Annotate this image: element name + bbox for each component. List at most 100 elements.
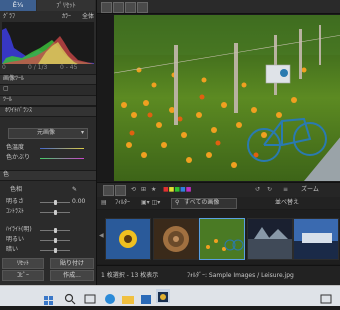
thumbnail-strip: ◀ [97,210,340,264]
mini-icon[interactable]: ▢ [3,85,9,93]
zoom-label: ズーム [301,186,319,193]
thumbnail-selected[interactable] [199,218,245,260]
task-view-icon[interactable] [84,290,96,304]
taskbar [0,285,340,306]
slider-contrast: ｺﾝﾄﾗｽﾄ [0,208,96,217]
filter-dropdown[interactable]: ⚲ すべての画像 [171,198,237,209]
preview-gutter [97,15,113,181]
all-label[interactable]: 全体 [82,13,94,21]
filter-label: ﾌｨﾙﾀｰ [115,199,131,206]
store-icon[interactable] [140,290,152,304]
thumbnail[interactable] [105,218,151,260]
layout-single-icon[interactable] [101,2,112,13]
filter-icons[interactable]: ▣▾ ◫▾ [141,199,160,207]
paste-button[interactable]: 貼り付け [50,258,94,269]
image-preview[interactable] [114,15,340,181]
compare-icon[interactable] [137,2,148,13]
wb-dropdown-value: 元画像 [37,129,56,136]
reset-button[interactable]: ﾘｾｯﾄ [2,258,44,269]
preview-photo [114,15,340,181]
rotate-icon[interactable]: ⟲ [131,186,136,194]
thumbnail[interactable] [153,218,199,260]
eyedropper-icon[interactable]: ✎ [72,186,77,194]
contrast-knob[interactable] [54,210,57,215]
histogram [2,22,94,64]
histogram-x-1: 0 / 1/3 [28,64,48,71]
view-grid-icon[interactable] [103,185,114,196]
start-icon[interactable] [44,291,54,305]
more-icon[interactable]: ≡ [283,186,288,194]
slider-dark-label: 暗い [6,246,19,253]
browser-toolbar: ⟲ ⊞ ★ ■■■■■ ↺ ↻ ≡ ズーム [97,182,340,197]
star-icon[interactable]: ★ [151,186,156,194]
light-knob[interactable] [54,238,57,243]
section-white-balance-label: ﾎﾜｲﾄﾊﾞﾗﾝｽ [5,107,33,114]
slider-light: 明るい [0,236,96,245]
tab-develop[interactable]: Ê¼ [0,0,36,11]
slider-highlight-label: ﾊｲﾗｲﾄ(明) [6,226,32,233]
search-icon[interactable] [64,290,76,305]
folder-path: ﾌｫﾙﾀﾞｰ: Sample Images / Leisure.jpg [187,272,294,279]
wb-row-tint: 色かぶり [0,154,96,163]
layout-grid-icon[interactable] [125,2,136,13]
explorer-icon[interactable] [122,290,134,304]
top-toolbar [97,0,340,14]
copy-button[interactable]: ｺﾋﾟｰ [2,270,44,281]
section-tools-label: ﾂｰﾙ [3,96,13,103]
scroll-left-icon[interactable]: ◀ [99,232,104,240]
filter-dropdown-value: すべての画像 [184,199,220,206]
histogram-x-0: 0 [2,64,6,71]
chevron-down-icon: ▾ [80,129,84,136]
selection-count: 1 枚選択 - 13 枚表示 [101,272,159,279]
hue-sat-label: 色相 [10,186,23,193]
tool-row: ▢ [0,85,96,94]
rotate-left-icon[interactable]: ↺ [255,186,260,194]
wb-dropdown[interactable]: 元画像 ▾ [8,128,88,139]
section-tools[interactable]: ﾂｰﾙ [0,95,96,106]
panel-toggle-icon[interactable]: ▤ [101,199,107,207]
crop-icon[interactable]: ⊞ [141,186,146,194]
slider-contrast-label: ｺﾝﾄﾗｽﾄ [6,208,25,215]
section-image-tool-label: 画像ﾂｰﾙ [3,75,25,82]
rotate-right-icon[interactable]: ↻ [267,186,272,194]
search-icon: ⚲ [175,199,180,206]
create-button[interactable]: 作成... [50,270,94,281]
slider-brightness-label: 明るさ [6,198,25,205]
notification-icon[interactable] [320,290,332,304]
slider-light-label: 明るい [6,236,25,243]
tab-preset[interactable]: ﾌﾟﾘｾｯﾄ [37,0,95,11]
section-color-label: 色 [3,171,10,178]
sort-label[interactable]: 並べ替え [275,199,299,207]
status-bar: 1 枚選択 - 13 枚表示 ﾌｫﾙﾀﾞｰ: Sample Images / L… [97,265,340,286]
histogram-x-2: 0 - 45 [60,64,78,71]
slider-brightness: 明るさ 0.00 [0,198,96,207]
app-active-icon[interactable] [156,289,170,303]
wb-row-temp: 色温度 [0,144,96,153]
color-label-icons[interactable]: ■■■■■ [163,186,191,194]
highlight-knob[interactable] [54,228,57,233]
dark-knob[interactable] [54,248,57,253]
histogram-label: ｸﾞﾗﾌ [3,13,16,20]
left-panel: Ê¼ ﾌﾟﾘｾｯﾄ ｸﾞﾗﾌ ｶﾗｰ 全体 0 0 / 1/3 0 - 45 画… [0,0,97,285]
thumbnail[interactable] [247,218,293,260]
edge-icon[interactable] [104,290,116,304]
thumbnail[interactable] [293,218,339,260]
slider-dark: 暗い [0,246,96,255]
brightness-value[interactable]: 0.00 [72,198,85,206]
section-color[interactable]: 色 [0,170,96,181]
histogram-axis: 0 0 / 1/3 0 - 45 [0,64,96,72]
wb-tint-slider[interactable] [40,158,84,159]
wb-temp-label: 色温度 [6,144,25,151]
view-list-icon[interactable] [115,185,126,196]
slider-highlight: ﾊｲﾗｲﾄ(明) [0,226,96,235]
hue-sat-row: 色相 ✎ [0,186,96,195]
brightness-knob[interactable] [54,200,57,205]
wb-tint-label: 色かぶり [6,154,31,161]
browser-filter-bar: ▤ ﾌｨﾙﾀｰ ▣▾ ◫▾ ⚲ すべての画像 並べ替え [97,197,340,209]
layout-split-icon[interactable] [113,2,124,13]
section-image-tool[interactable]: 画像ﾂｰﾙ [0,74,96,85]
histogram-header: ｸﾞﾗﾌ ｶﾗｰ 全体 [0,12,96,21]
color-label[interactable]: ｶﾗｰ [62,13,71,21]
section-white-balance[interactable]: ﾎﾜｲﾄﾊﾞﾗﾝｽ [0,106,96,117]
wb-temp-slider[interactable] [40,148,84,149]
